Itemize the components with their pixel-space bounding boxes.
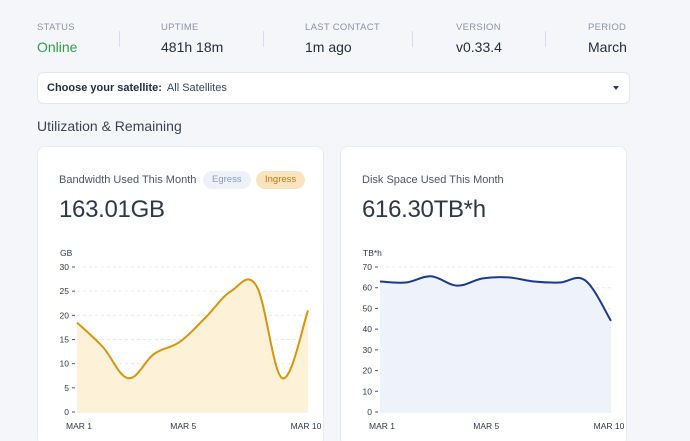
status-stat: STATUS Online [37,22,77,55]
satellite-select-label: Choose your satellite: [47,82,162,94]
divider [412,31,413,47]
disk-y-tick-label: 60 [363,283,373,293]
disk-x-tick-label: MAR 10 [594,421,625,431]
stat-label: LAST CONTACT [305,22,381,33]
disk-y-tick-label: 30 [363,345,373,355]
disk-y-tick-label: 20 [363,366,373,376]
uptime-stat: UPTIME 481h 18m [161,22,223,55]
bandwidth-x-tick-label: MAR 10 [291,421,322,431]
bandwidth-y-tick-label: 5 [64,383,69,393]
bandwidth-y-tick-label: 20 [60,310,70,320]
stat-value-period: March [588,39,627,55]
stat-value-version: v0.33.4 [456,39,502,55]
satellite-select-value: All Satellites [166,82,227,94]
stat-label: STATUS [37,22,75,33]
disk-y-tick-label: 40 [363,324,373,334]
stat-value-uptime: 481h 18m [161,39,224,55]
bandwidth-x-tick-label: MAR 5 [170,421,196,431]
stat-label: PERIOD [588,22,627,33]
disk-series-area [380,276,611,412]
divider [119,31,120,47]
bandwidth-x-tick-label: MAR 1 [66,421,92,431]
bandwidth-y-tick-label: 30 [60,262,70,272]
last-contact-stat: LAST CONTACT 1m ago [305,22,380,55]
chevron-down-icon [613,86,619,90]
disk-x-tick-label: MAR 5 [473,421,499,431]
disk-y-tick-label: 50 [363,303,373,313]
disk-x-tick-label: MAR 1 [369,421,395,431]
divider [263,31,264,47]
disk-y-tick-label: 70 [363,262,373,272]
section-title: Utilization & Remaining [37,118,182,134]
disk-y-tick-label: 10 [363,386,373,396]
stat-label: UPTIME [161,22,199,33]
status-bar: STATUS Online UPTIME 481h 18m LAST CONTA… [37,22,632,62]
disk-unit-label: TB*h [363,248,382,258]
stat-value-last-contact: 1m ago [305,39,352,55]
disk-card: Disk Space Used This Month 616.30TB*h TB… [340,146,627,441]
bandwidth-y-tick-label: 15 [60,335,70,345]
stat-value-status: Online [37,39,78,55]
bandwidth-y-tick-label: 10 [60,359,70,369]
version-stat: VERSION v0.33.4 [456,22,502,55]
bandwidth-unit-label: GB [60,248,73,258]
bandwidth-y-tick-label: 0 [64,407,69,417]
period-stat: PERIOD March [588,22,627,55]
stat-label: VERSION [456,22,501,33]
divider [545,31,546,47]
satellite-select[interactable]: Choose your satellite: All Satellites [37,72,630,104]
bandwidth-card: Bandwidth Used This Month Egress Ingress… [37,146,324,441]
disk-chart: TB*h 0 10 20 30 40 50 60 70 MAR 1 MAR 5 MAR 10 [363,248,625,431]
bandwidth-y-tick-label: 25 [60,286,70,296]
bandwidth-chart: GB 0 5 10 15 20 25 30 MAR 1 MAR 5 MAR 10 [60,248,322,431]
bandwidth-series-area [77,279,308,412]
disk-y-tick-label: 0 [367,407,372,417]
